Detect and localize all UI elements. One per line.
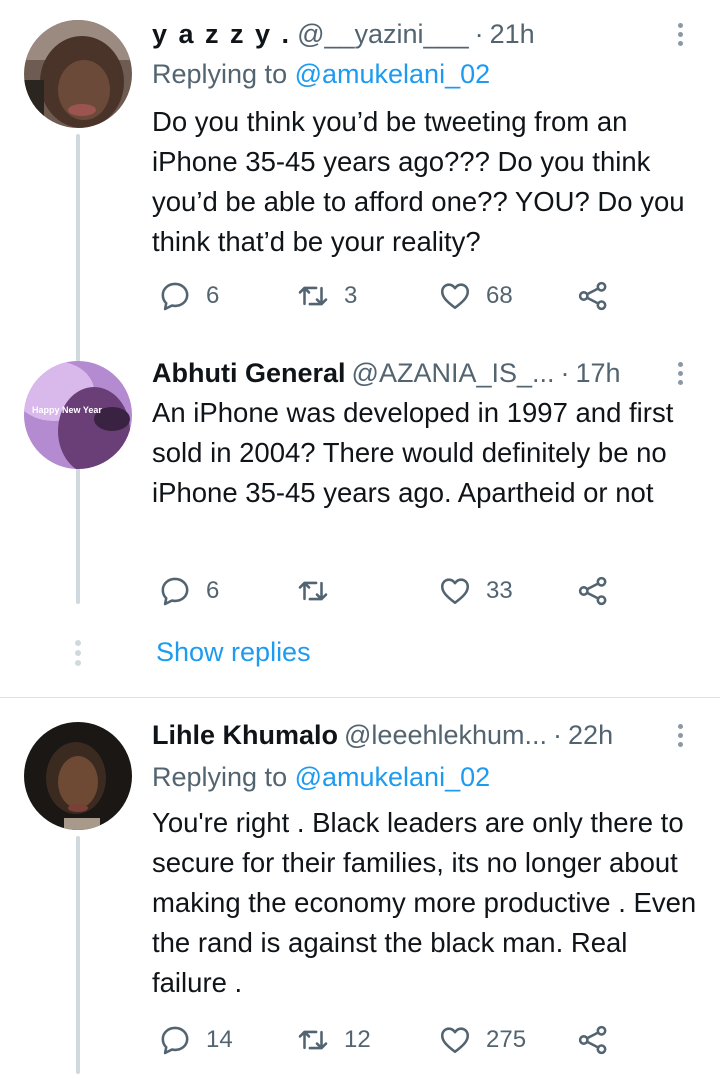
avatar-photo-icon bbox=[24, 20, 132, 128]
author-name[interactable]: Lihle Khumalo bbox=[152, 717, 338, 753]
timestamp[interactable]: 21h bbox=[490, 16, 535, 52]
tweet-actions: 6 3 68 bbox=[152, 276, 622, 316]
author-name[interactable]: y a z z y . bbox=[152, 16, 291, 52]
like-count: 275 bbox=[486, 1026, 527, 1053]
retweet-button[interactable]: 12 bbox=[296, 1020, 371, 1060]
separator: · bbox=[560, 358, 570, 388]
divider bbox=[0, 697, 720, 698]
author-name[interactable]: Abhuti General bbox=[152, 355, 346, 391]
tweet-header: y a z z y . @__yazini___ · 21h bbox=[152, 16, 690, 52]
thread-line bbox=[76, 836, 80, 1074]
timestamp[interactable]: 17h bbox=[576, 355, 621, 391]
share-button[interactable] bbox=[576, 1020, 610, 1060]
like-button[interactable]: 275 bbox=[438, 1020, 526, 1060]
tweet-actions: 14 12 275 bbox=[152, 1020, 622, 1060]
reply-button[interactable]: 14 bbox=[158, 1020, 233, 1060]
avatar-yazzy[interactable] bbox=[24, 20, 132, 128]
replying-label: Replying to bbox=[152, 59, 295, 89]
more-icon[interactable] bbox=[670, 717, 690, 753]
replying-to: Replying to @amukelani_02 bbox=[152, 56, 490, 92]
avatar-lihle-khumalo[interactable] bbox=[24, 722, 132, 830]
tweet-text: You're right . Black leaders are only th… bbox=[152, 807, 697, 998]
share-icon bbox=[576, 1023, 610, 1057]
like-count: 33 bbox=[486, 577, 513, 604]
retweet-count: 12 bbox=[344, 1026, 371, 1053]
tweet-header: Lihle Khumalo @leeehlekhum... · 22h bbox=[152, 717, 690, 753]
retweet-icon bbox=[296, 1023, 330, 1057]
share-button[interactable] bbox=[576, 276, 610, 316]
reply-button[interactable]: 6 bbox=[158, 571, 219, 611]
share-icon bbox=[576, 574, 610, 608]
reply-count: 6 bbox=[206, 282, 220, 309]
like-icon bbox=[438, 279, 472, 313]
author-handle[interactable]: @leeehlekhum... bbox=[344, 717, 547, 753]
like-icon bbox=[438, 574, 472, 608]
tweet-header: Abhuti General @AZANIA_IS_... · 17h bbox=[152, 355, 690, 391]
author-handle[interactable]: @__yazini___ bbox=[297, 16, 469, 52]
separator: · bbox=[553, 720, 563, 750]
share-icon bbox=[576, 279, 610, 313]
share-button[interactable] bbox=[576, 571, 610, 611]
retweet-button[interactable]: 3 bbox=[296, 276, 357, 316]
show-replies-link[interactable]: Show replies bbox=[156, 634, 311, 670]
tweet-text: An iPhone was developed in 1997 and firs… bbox=[152, 397, 674, 508]
replying-mention-link[interactable]: @amukelani_02 bbox=[295, 762, 491, 792]
more-icon[interactable] bbox=[670, 355, 690, 391]
reply-count: 6 bbox=[206, 577, 220, 604]
retweet-count: 3 bbox=[344, 282, 358, 309]
retweet-icon bbox=[296, 574, 330, 608]
avatar-caption: Happy New Year bbox=[32, 405, 102, 415]
reply-button[interactable]: 6 bbox=[158, 276, 219, 316]
more-icon[interactable] bbox=[670, 16, 690, 52]
like-button[interactable]: 33 bbox=[438, 571, 513, 611]
replying-mention-link[interactable]: @amukelani_02 bbox=[295, 59, 491, 89]
reply-icon bbox=[158, 279, 192, 313]
tweet-actions: 6 33 bbox=[152, 571, 622, 611]
avatar-photo-icon bbox=[24, 722, 132, 830]
thread-dots bbox=[75, 640, 81, 666]
like-button[interactable]: 68 bbox=[438, 276, 513, 316]
retweet-button[interactable] bbox=[296, 571, 344, 611]
timestamp[interactable]: 22h bbox=[568, 717, 613, 753]
like-icon bbox=[438, 1023, 472, 1057]
avatar-abhuti-general[interactable]: Happy New Year bbox=[24, 361, 132, 469]
avatar-photo-icon: Happy New Year bbox=[24, 361, 132, 469]
separator: · bbox=[474, 19, 484, 49]
replying-to: Replying to @amukelani_02 bbox=[152, 759, 490, 795]
tweet-text: Do you think you’d be tweeting from an i… bbox=[152, 106, 685, 257]
retweet-icon bbox=[296, 279, 330, 313]
reply-icon bbox=[158, 574, 192, 608]
author-handle[interactable]: @AZANIA_IS_... bbox=[352, 355, 555, 391]
replying-label: Replying to bbox=[152, 762, 295, 792]
reply-icon bbox=[158, 1023, 192, 1057]
like-count: 68 bbox=[486, 282, 513, 309]
reply-count: 14 bbox=[206, 1026, 233, 1053]
